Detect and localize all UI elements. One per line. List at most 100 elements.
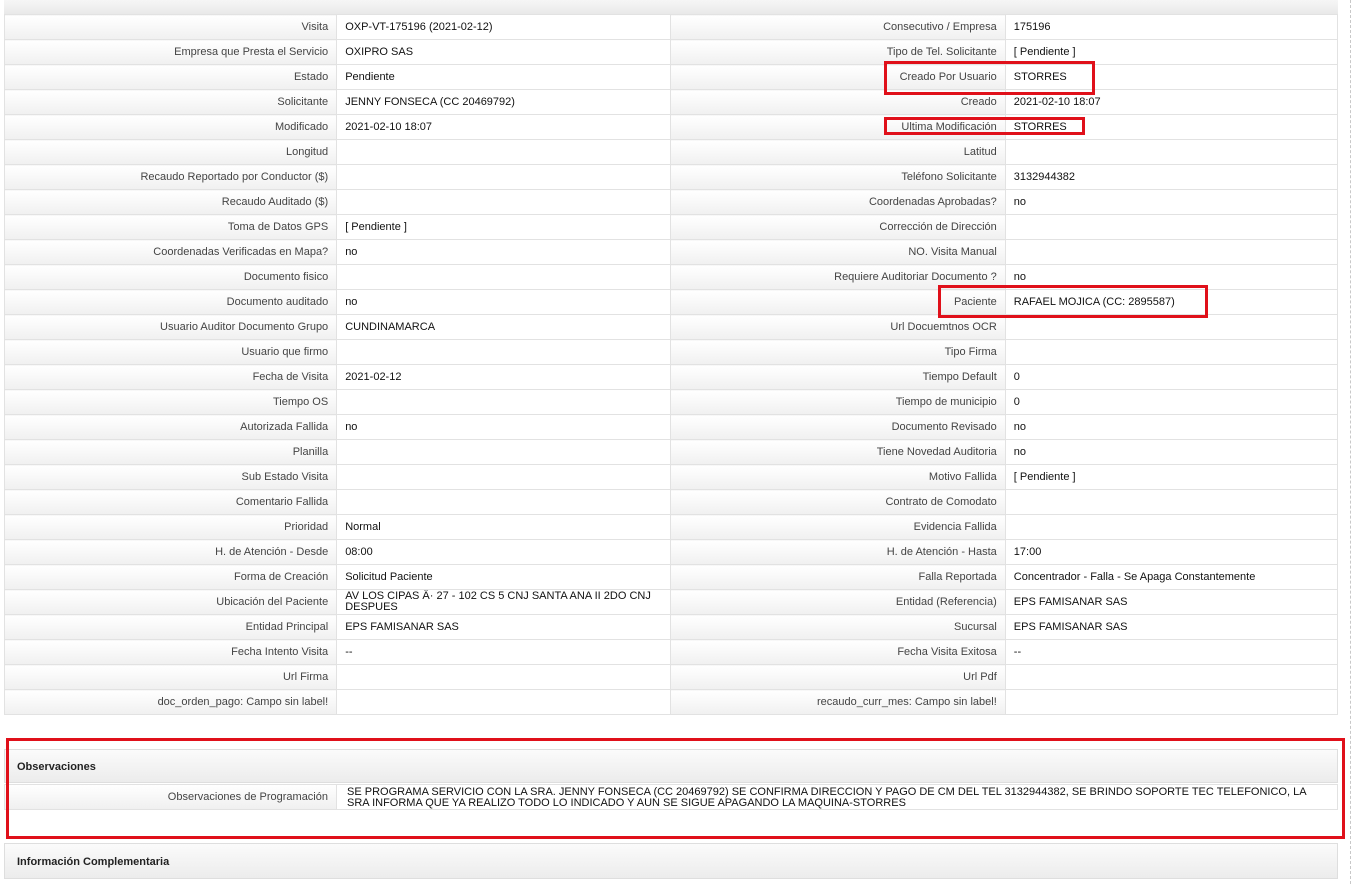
field-label: Documento auditado	[3, 289, 338, 315]
field-value: no	[1004, 264, 1339, 290]
table-row: Longitud Latitud	[3, 139, 1339, 165]
field-value: EPS FAMISANAR SAS	[1004, 614, 1339, 640]
field-label: Ultima Modificación	[670, 114, 1006, 140]
field-value: 2021-02-10 18:07	[336, 114, 672, 140]
field-value: Solicitud Paciente	[336, 564, 672, 590]
field-label: Sucursal	[670, 614, 1006, 640]
field-label: Prioridad	[3, 514, 338, 540]
field-value: STORRES	[1004, 114, 1339, 140]
field-value: [ Pendiente ]	[1004, 39, 1339, 65]
table-row: Estado Pendiente Creado Por Usuario STORRES	[3, 64, 1339, 90]
field-label: Solicitante	[3, 89, 338, 115]
table-row: Usuario que firmo Tipo Firma	[3, 339, 1339, 365]
complementaria-header: Información Complementaria	[4, 843, 1338, 879]
field-value: 175196	[1004, 14, 1339, 40]
field-label: Fecha Visita Exitosa	[670, 639, 1006, 665]
field-value: no	[336, 239, 672, 265]
table-row: Usuario Auditor Documento Grupo CUNDINAMA…	[3, 314, 1339, 340]
table-row: Solicitante JENNY FONSECA (CC 20469792) Cr…	[3, 89, 1339, 115]
observaciones-label-text: Observaciones de Programación	[167, 791, 328, 803]
field-label: Ubicación del Paciente	[3, 589, 338, 615]
field-label: doc_orden_pago: Campo sin label!	[3, 689, 338, 715]
field-value	[1004, 214, 1339, 240]
field-label: H. de Atención - Desde	[3, 539, 338, 565]
field-label: H. de Atención - Hasta	[670, 539, 1006, 565]
visit-details-body: Visita OXP-VT-175196 (2021-02-12) Consecut…	[3, 14, 1339, 715]
field-value: RAFAEL MOJICA (CC: 2895587)	[1004, 289, 1339, 315]
field-value: 2021-02-12	[336, 364, 672, 390]
table-row: Modificado 2021-02-10 18:07 Ultima Modific…	[3, 114, 1339, 140]
field-value: no	[1004, 439, 1339, 465]
field-value	[1004, 314, 1339, 340]
field-value	[336, 339, 672, 365]
table-row: Fecha de Visita 2021-02-12 Tiempo Default 0	[3, 364, 1339, 390]
field-value	[1004, 514, 1339, 540]
field-value: no	[1004, 189, 1339, 215]
field-label: Longitud	[3, 139, 338, 165]
field-label: Corrección de Dirección	[670, 214, 1006, 240]
field-label: Sub Estado Visita	[3, 464, 338, 490]
field-value: Normal	[336, 514, 672, 540]
field-value: no	[1004, 414, 1339, 440]
field-value	[1004, 664, 1339, 690]
field-value: OXIPRO SAS	[336, 39, 672, 65]
table-row: Toma de Datos GPS[ Pendiente ] Corrección…	[3, 214, 1339, 240]
field-label: Url Pdf	[670, 664, 1006, 690]
table-row: Entidad Principal EPS FAMISANAR SAS Sucurs…	[3, 614, 1339, 640]
field-label: Estado	[3, 64, 338, 90]
table-row: Documento fisico Requiere Auditoriar Docu…	[3, 264, 1339, 290]
field-label: Toma de Datos GPS	[3, 214, 338, 240]
field-value	[1004, 239, 1339, 265]
field-value: 3132944382	[1004, 164, 1339, 190]
field-value: Concentrador - Falla - Se Apaga Constant…	[1004, 564, 1339, 590]
observaciones-value: SE PROGRAMA SERVICIO CON LA SRA. JENNY F…	[347, 786, 1306, 809]
observaciones-title: Observaciones	[17, 761, 96, 773]
field-value: 0	[1004, 364, 1339, 390]
table-row: Documento auditado no Paciente RAFAEL MOJIC…	[3, 289, 1339, 315]
table-row: Forma de Creación Solicitud Paciente Falla…	[3, 564, 1339, 590]
field-label: Creado Por Usuario	[670, 64, 1006, 90]
field-label: Planilla	[3, 439, 338, 465]
table-row: Coordenadas Verificadas en Mapa? no NO. Vi…	[3, 239, 1339, 265]
field-value	[1004, 139, 1339, 165]
field-value: JENNY FONSECA (CC 20469792)	[336, 89, 672, 115]
table-row: Url Firma Url Pdf	[3, 664, 1339, 690]
table-row: Comentario Fallida Contrato de Comodato	[3, 489, 1339, 515]
field-label: Tiene Novedad Auditoria	[670, 439, 1006, 465]
field-value	[336, 389, 672, 415]
field-label: Contrato de Comodato	[670, 489, 1006, 515]
field-value	[336, 139, 672, 165]
field-label: Consecutivo / Empresa	[670, 14, 1006, 40]
field-label: Fecha de Visita	[3, 364, 338, 390]
field-label: Autorizada Fallida	[3, 414, 338, 440]
field-label: Usuario Auditor Documento Grupo	[3, 314, 338, 340]
field-label: Tiempo de municipio	[670, 389, 1006, 415]
visit-details-table: Visita OXP-VT-175196 (2021-02-12) Consecut…	[3, 14, 1339, 715]
field-value: no	[336, 414, 672, 440]
field-label: Forma de Creación	[3, 564, 338, 590]
field-value: --	[336, 639, 672, 665]
field-label: Motivo Fallida	[670, 464, 1006, 490]
field-label: Latitud	[670, 139, 1006, 165]
field-value: AV LOS CIPAS Â· 27 - 102 CS 5 CNJ SANTA …	[336, 589, 672, 615]
field-value	[336, 439, 672, 465]
field-label: Creado	[670, 89, 1006, 115]
field-label: Tiempo Default	[670, 364, 1006, 390]
field-label: Recaudo Auditado ($)	[3, 189, 338, 215]
field-value: no	[336, 289, 672, 315]
complementaria-title: Información Complementaria	[17, 856, 170, 868]
table-row: Autorizada Fallida no Documento Revisado no	[3, 414, 1339, 440]
field-value: 17:00	[1004, 539, 1339, 565]
table-row: Sub Estado Visita Motivo Fallida[ Pendien…	[3, 464, 1339, 490]
field-label: Url Docuemtnos OCR	[670, 314, 1006, 340]
field-label: Entidad (Referencia)	[670, 589, 1006, 615]
field-label: Empresa que Presta el Servicio	[3, 39, 338, 65]
field-value	[336, 489, 672, 515]
field-value	[336, 264, 672, 290]
field-value	[336, 664, 672, 690]
field-label: Evidencia Fallida	[670, 514, 1006, 540]
field-label: Tiempo OS	[3, 389, 338, 415]
field-label: Documento fisico	[3, 264, 338, 290]
field-label: Tipo Firma	[670, 339, 1006, 365]
field-value: 0	[1004, 389, 1339, 415]
